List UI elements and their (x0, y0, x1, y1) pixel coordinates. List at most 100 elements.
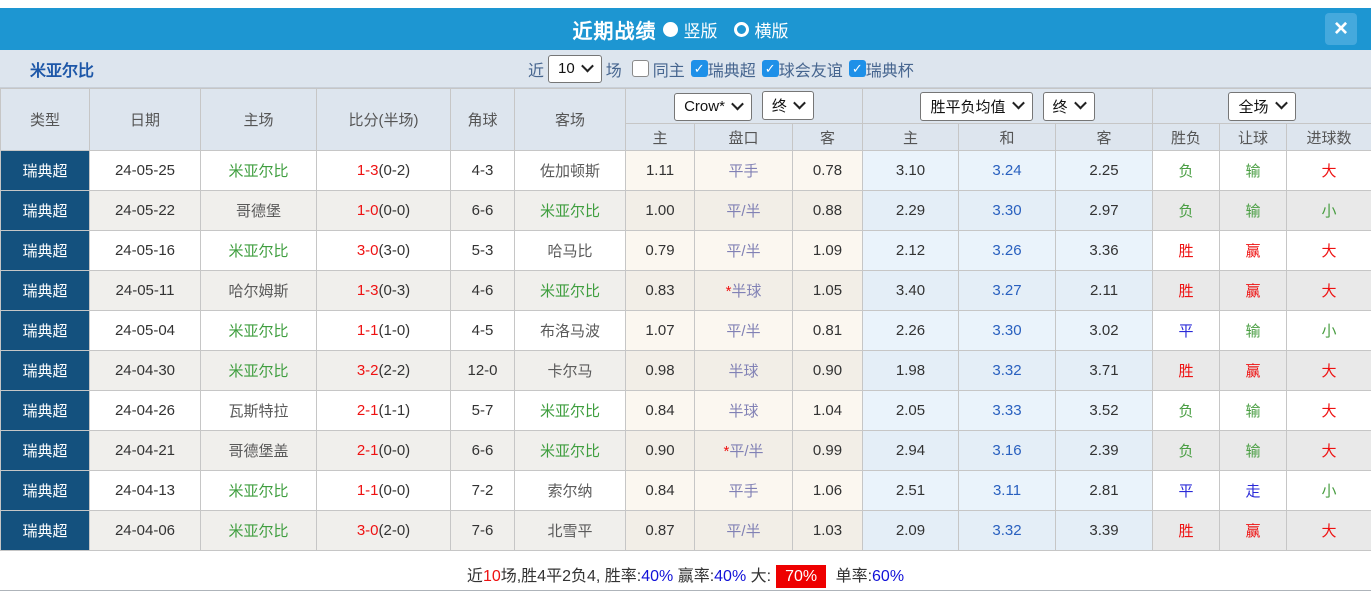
match-count-select[interactable]: 10 (548, 54, 602, 83)
result-cell: 胜 (1152, 350, 1220, 391)
avg-type-select-value: 胜平负均值 (930, 98, 1006, 116)
avg-away-cell: 3.39 (1055, 510, 1153, 551)
col-header-odds-home: 主 (625, 123, 695, 151)
summary-segment: 40% (641, 568, 674, 585)
radio-horizontal-layout-label[interactable]: 横版 (755, 17, 789, 42)
summary-segment: 场,胜4平2负4, 胜率: (500, 568, 642, 585)
avg-away-cell: 2.97 (1055, 190, 1153, 231)
odds-home-cell: 0.79 (625, 230, 695, 271)
goals-result-cell: 小 (1286, 470, 1371, 511)
handicap-cell: 平/半 (694, 310, 793, 351)
goals-result-cell: 大 (1286, 230, 1371, 271)
avg-home-cell: 2.26 (862, 310, 959, 351)
away-team-cell: 索尔纳 (514, 470, 626, 511)
table-row: 瑞典超 24-04-06 米亚尔比 3-0(2-0) 7-6 北雪平 0.87 平/半 1.03… (0, 510, 1371, 551)
handicap-text: 平/半 (726, 523, 761, 540)
checkbox-swedish-super-box[interactable]: ✓ (690, 60, 708, 77)
odds-time-select[interactable]: 终 (761, 91, 814, 121)
fulltime-score: 3-0 (356, 522, 379, 539)
summary-segment: 60% (872, 568, 905, 585)
handicap-result-cell: 输 (1219, 430, 1287, 471)
avg-home-cell: 3.10 (862, 150, 959, 191)
checkbox-swedish-super[interactable]: ✓ 瑞典超 (690, 57, 756, 81)
handicap-result-cell: 输 (1219, 310, 1287, 351)
goals-result-cell: 大 (1286, 390, 1371, 431)
avg-type-select[interactable]: 胜平负均值 (920, 91, 1033, 121)
fulltime-score: 2-1 (356, 402, 379, 419)
corners-cell: 5-3 (450, 230, 515, 271)
away-team-cell: 米亚尔比 (514, 390, 626, 431)
handicap-cell: *平/半 (694, 430, 793, 471)
away-team-cell: 卡尔马 (514, 350, 626, 391)
summary-segment: 40% (714, 568, 747, 585)
group-header-1: 胜平负均值 终 (862, 88, 1153, 124)
scope-select[interactable]: 全场 (1228, 91, 1296, 121)
handicap-text: 平手 (728, 483, 759, 500)
avg-time-select[interactable]: 终 (1042, 91, 1095, 121)
avg-time-select-value: 终 (1052, 98, 1068, 116)
result-cell: 胜 (1152, 510, 1220, 551)
corners-cell: 4-5 (450, 310, 515, 351)
fulltime-score: 1-0 (356, 202, 379, 219)
odds-away-cell: 0.90 (792, 350, 863, 391)
match-count-value: 10 (558, 60, 575, 77)
checkbox-swedish-cup-box[interactable]: ✓ (848, 60, 866, 77)
summary-segment: 大: (746, 568, 772, 585)
league-cell: 瑞典超 (0, 430, 90, 471)
table-row: 瑞典超 24-05-16 米亚尔比 3-0(3-0) 5-3 哈马比 0.79 平/半 1.09… (0, 230, 1371, 271)
bookmaker-select[interactable]: Crow* (674, 92, 752, 121)
score-cell: 3-0(2-0) (316, 510, 451, 551)
filter-controls: 近 10 场 同主 ✓ 瑞典超 ✓ 球会友谊 ✓ 瑞典杯 (528, 54, 914, 83)
result-cell: 胜 (1152, 270, 1220, 311)
corners-cell: 6-6 (450, 430, 515, 471)
radio-horizontal-layout[interactable] (733, 21, 749, 37)
checkbox-club-friendly-box[interactable]: ✓ (761, 60, 779, 77)
handicap-text: 平/半 (726, 323, 761, 340)
handicap-text: 平手 (728, 163, 759, 180)
radio-vertical-layout[interactable] (662, 21, 678, 37)
score-cell: 1-0(0-0) (316, 190, 451, 231)
halftime-score: (1-1) (378, 402, 411, 419)
score-cell: 3-2(2-2) (316, 350, 451, 391)
odds-home-cell: 0.83 (625, 270, 695, 311)
league-cell: 瑞典超 (0, 150, 90, 191)
odds-away-cell: 0.88 (792, 190, 863, 231)
league-cell: 瑞典超 (0, 190, 90, 231)
handicap-cell: 半球 (694, 350, 793, 391)
checkbox-same-host-box[interactable] (631, 60, 649, 77)
checkbox-same-host[interactable]: 同主 (631, 57, 685, 81)
handicap-result-cell: 赢 (1219, 350, 1287, 391)
date-cell: 24-04-21 (89, 430, 201, 471)
halftime-score: (3-0) (378, 242, 411, 259)
corners-cell: 7-2 (450, 470, 515, 511)
col-header-avg-home: 主 (862, 123, 959, 151)
avg-draw-cell: 3.11 (958, 470, 1056, 511)
fulltime-score: 1-3 (356, 162, 379, 179)
bookmaker-select-value: Crow* (684, 98, 725, 116)
filter-checkboxes: 同主 ✓ 瑞典超 ✓ 球会友谊 ✓ 瑞典杯 (626, 57, 914, 81)
handicap-cell: 平手 (694, 470, 793, 511)
radio-vertical-layout-label[interactable]: 竖版 (684, 17, 718, 42)
away-team-cell: 米亚尔比 (514, 270, 626, 311)
odds-home-cell: 0.98 (625, 350, 695, 391)
avg-draw-cell: 3.32 (958, 510, 1056, 551)
checkbox-swedish-cup[interactable]: ✓ 瑞典杯 (848, 57, 914, 81)
handicap-result-cell: 赢 (1219, 230, 1287, 271)
league-cell: 瑞典超 (0, 350, 90, 391)
home-team-cell: 米亚尔比 (200, 230, 317, 271)
close-button[interactable]: × (1325, 13, 1357, 45)
halftime-score: (0-0) (378, 202, 411, 219)
odds-away-cell: 1.05 (792, 270, 863, 311)
checkbox-club-friendly[interactable]: ✓ 球会友谊 (761, 57, 843, 81)
goals-result-cell: 大 (1286, 430, 1371, 471)
date-cell: 24-05-16 (89, 230, 201, 271)
table-row: 瑞典超 24-05-22 哥德堡 1-0(0-0) 6-6 米亚尔比 1.00 平/半 0.88… (0, 190, 1371, 231)
group-header-2: 全场 (1152, 88, 1371, 124)
avg-draw-cell: 3.30 (958, 310, 1056, 351)
fulltime-score: 1-1 (356, 322, 379, 339)
avg-home-cell: 2.51 (862, 470, 959, 511)
date-cell: 24-05-25 (89, 150, 201, 191)
date-cell: 24-05-22 (89, 190, 201, 231)
avg-draw-cell: 3.27 (958, 270, 1056, 311)
matches-label: 场 (605, 62, 622, 80)
